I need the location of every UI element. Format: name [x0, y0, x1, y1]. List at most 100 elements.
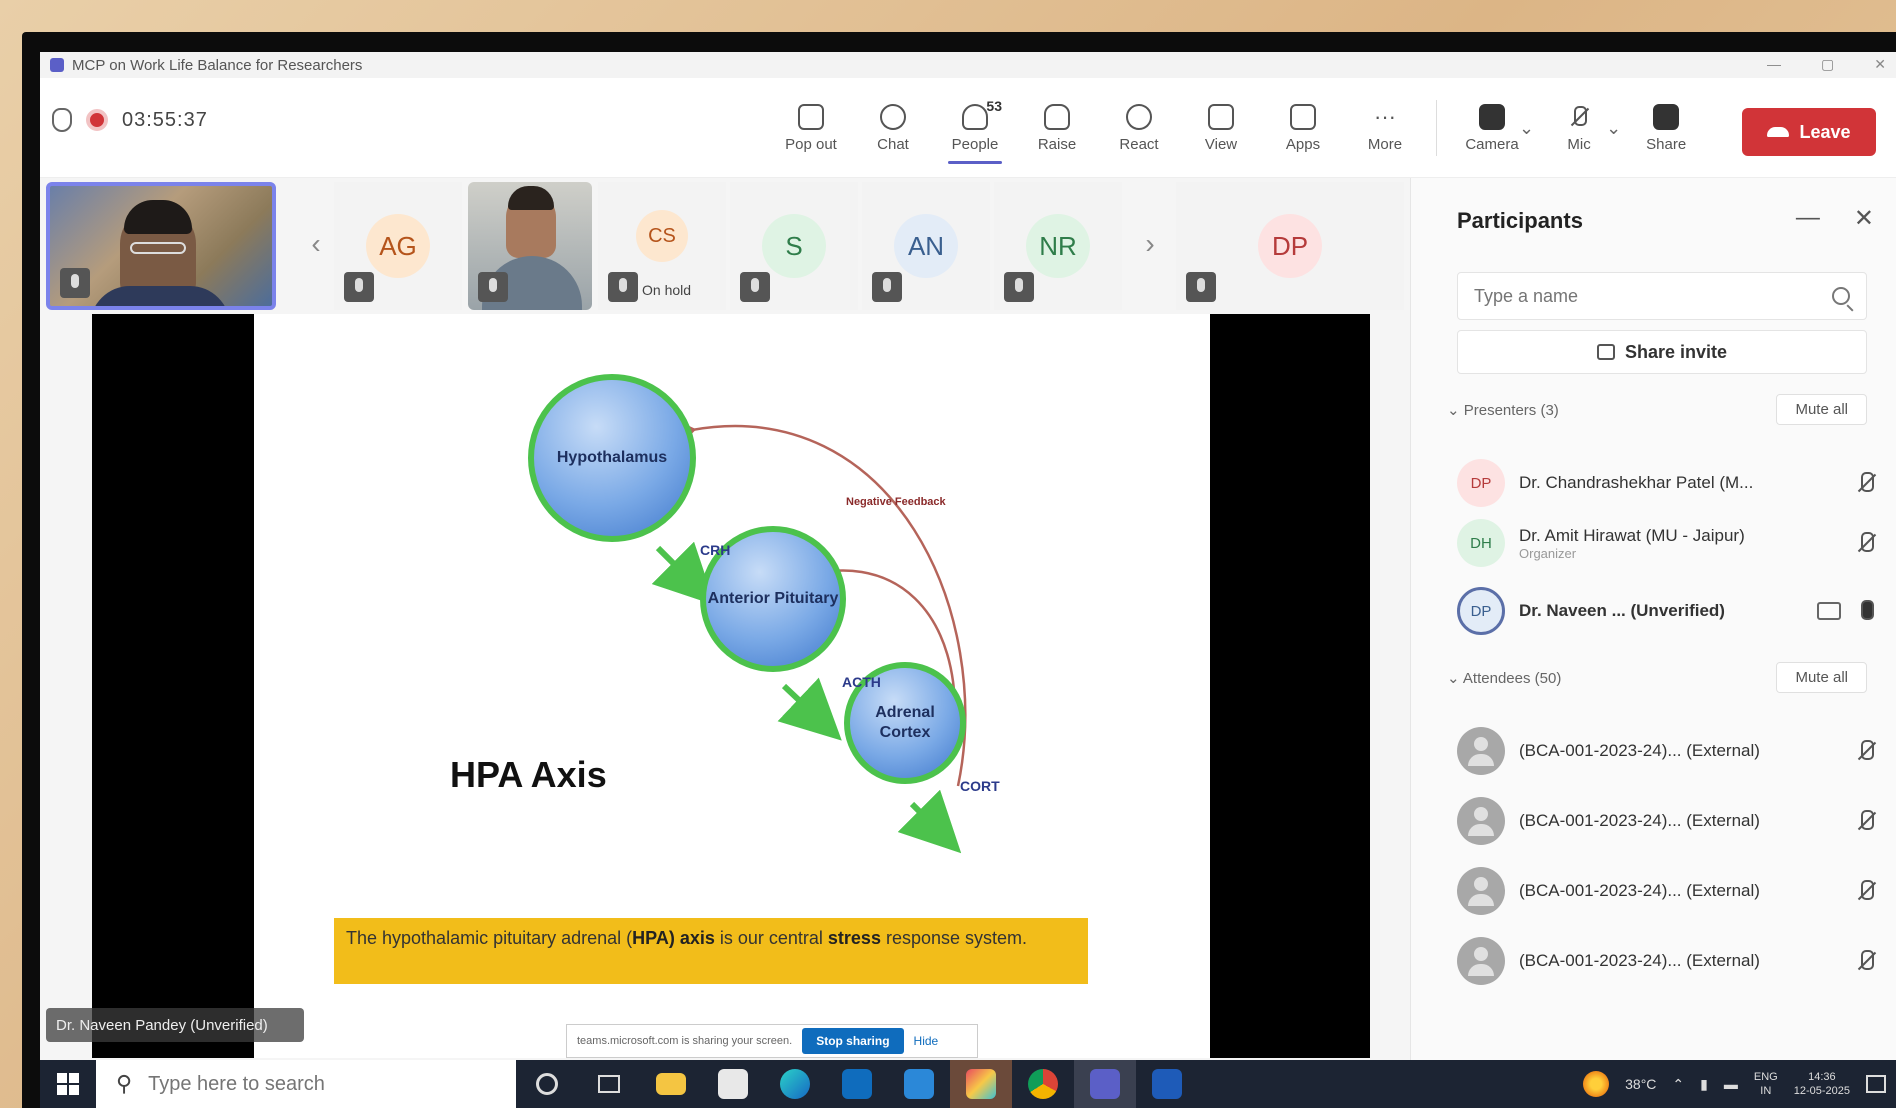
participants-panel: Participants — ✕ Share invite ⌄ Presente…: [1410, 178, 1896, 1060]
presenters-label: ⌄ Presenters (3): [1447, 401, 1559, 419]
task-view-button[interactable]: [578, 1060, 640, 1108]
edge-button[interactable]: [764, 1060, 826, 1108]
participant-name: (BCA-001-2023-24)... (External): [1519, 951, 1760, 970]
mail-button[interactable]: [888, 1060, 950, 1108]
language-code: ENG: [1753, 1070, 1778, 1083]
camera-button[interactable]: Camera: [1451, 90, 1533, 166]
taskbar-search-input[interactable]: [148, 1072, 479, 1096]
participant-tile-an[interactable]: AN: [862, 182, 990, 310]
start-button[interactable]: [40, 1060, 96, 1108]
stop-sharing-button[interactable]: Stop sharing: [802, 1028, 904, 1054]
participant-row[interactable]: (BCA-001-2023-24)... (External): [1457, 930, 1877, 992]
temperature[interactable]: 38°C: [1625, 1076, 1656, 1092]
share-button[interactable]: Share: [1625, 90, 1707, 166]
word-button[interactable]: [1136, 1060, 1198, 1108]
network-icon[interactable]: ▬: [1724, 1076, 1738, 1092]
chevron-down-icon: ⌄: [1447, 669, 1463, 687]
react-button[interactable]: React: [1098, 90, 1180, 166]
notifications-icon[interactable]: [1866, 1075, 1886, 1093]
apps-button[interactable]: Apps: [1262, 90, 1344, 166]
panel-minimize-icon[interactable]: —: [1796, 204, 1820, 233]
cortana-icon: [536, 1073, 558, 1095]
paint-icon: [966, 1069, 996, 1099]
teams-icon: [1090, 1069, 1120, 1099]
participant-tile-cs[interactable]: CS On hold: [598, 182, 726, 310]
view-button[interactable]: View: [1180, 90, 1262, 166]
presenters-section-header[interactable]: ⌄ Presenters (3) Mute all: [1447, 394, 1867, 425]
close-window-icon[interactable]: ✕: [1874, 56, 1886, 73]
avatar: NR: [1026, 214, 1090, 278]
participant-row[interactable]: (BCA-001-2023-24)... (External): [1457, 720, 1877, 782]
people-button[interactable]: 53 People: [934, 90, 1016, 166]
shield-icon: [52, 108, 72, 132]
search-icon[interactable]: [1832, 287, 1850, 305]
participant-search-input[interactable]: [1474, 285, 1774, 307]
mic-on-icon: [1855, 598, 1877, 624]
chevron-up-icon[interactable]: ⌃: [1672, 1076, 1684, 1093]
participant-row[interactable]: (BCA-001-2023-24)... (External): [1457, 860, 1877, 922]
raise-hand-icon: [1044, 103, 1070, 130]
taskbar-search[interactable]: ⚲: [96, 1060, 516, 1108]
strip-next-arrow-icon[interactable]: ›: [1140, 228, 1160, 260]
avatar: AG: [366, 214, 430, 278]
mute-all-attendees-button[interactable]: Mute all: [1776, 662, 1867, 693]
recording-icon: [86, 109, 108, 131]
store-icon: [718, 1069, 748, 1099]
maximize-icon[interactable]: ▢: [1821, 56, 1834, 73]
participant-tile-nr[interactable]: NR: [994, 182, 1122, 310]
participant-name: (BCA-001-2023-24)... (External): [1519, 741, 1760, 760]
letterbox-left: [92, 314, 254, 1058]
people-count-badge: 53: [986, 98, 1002, 114]
mute-all-presenters-button[interactable]: Mute all: [1776, 394, 1867, 425]
slide-caption: The hypothalamic pituitary adrenal (HPA)…: [334, 918, 1088, 984]
weather-icon[interactable]: [1583, 1071, 1610, 1097]
participant-row[interactable]: DP Dr. Chandrashekhar Patel (M...: [1457, 452, 1877, 514]
panel-title: Participants: [1457, 208, 1583, 233]
participant-tile-s[interactable]: S: [730, 182, 858, 310]
people-icon: [962, 103, 988, 130]
panel-close-icon[interactable]: ✕: [1854, 204, 1874, 233]
on-hold-status: On hold: [642, 282, 692, 298]
shared-screen-stage: Hypothalamus Anterior Pituitary Adrenal …: [40, 314, 1410, 1060]
participant-tile-ag[interactable]: AG: [334, 182, 462, 310]
outlook-button[interactable]: [826, 1060, 888, 1108]
mic-button[interactable]: Mic: [1538, 90, 1620, 166]
minimize-icon[interactable]: —: [1767, 56, 1781, 73]
mic-off-icon: [1855, 808, 1877, 834]
store-button[interactable]: [702, 1060, 764, 1108]
caption-text: response system.: [880, 928, 1028, 948]
leave-button[interactable]: Leave: [1742, 108, 1876, 156]
participant-row[interactable]: (BCA-001-2023-24)... (External): [1457, 790, 1877, 852]
chevron-down-icon: ⌄: [1447, 401, 1464, 419]
mic-off-icon: [740, 272, 770, 302]
strip-prev-arrow-icon[interactable]: ‹: [306, 228, 326, 260]
view-icon: [1208, 103, 1234, 130]
pop-out-button[interactable]: Pop out: [770, 90, 852, 166]
clock[interactable]: 14:36 12-05-2025: [1794, 1070, 1850, 1099]
participant-video-tile[interactable]: [468, 182, 592, 310]
chrome-icon: [1028, 1069, 1058, 1099]
participant-tile-dp[interactable]: DP: [1176, 182, 1404, 310]
word-icon: [1152, 1069, 1182, 1099]
attendees-section-header[interactable]: ⌄ Attendees (50) Mute all: [1447, 662, 1867, 693]
participant-row[interactable]: DH Dr. Amit Hirawat (MU - Jaipur) Organiz…: [1457, 512, 1877, 574]
video-strip: ‹ AG CS On hold S AN NR › DP: [40, 178, 1410, 314]
participant-search[interactable]: [1457, 272, 1867, 320]
participant-name: Dr. Chandrashekhar Patel (M...: [1519, 473, 1754, 492]
chat-button[interactable]: Chat: [852, 90, 934, 166]
sharing-notification-bar: teams.microsoft.com is sharing your scre…: [566, 1024, 978, 1058]
cortana-button[interactable]: [516, 1060, 578, 1108]
more-button[interactable]: ··· More: [1344, 90, 1426, 166]
file-explorer-button[interactable]: [640, 1060, 702, 1108]
raise-hand-button[interactable]: Raise: [1016, 90, 1098, 166]
battery-icon[interactable]: ▮: [1700, 1076, 1708, 1093]
participant-row[interactable]: DP Dr. Naveen ... (Unverified): [1457, 580, 1877, 642]
chrome-button[interactable]: [1012, 1060, 1074, 1108]
teams-button[interactable]: [1074, 1060, 1136, 1108]
mic-off-icon: [1568, 104, 1590, 130]
paint-button[interactable]: [950, 1060, 1012, 1108]
share-invite-button[interactable]: Share invite: [1457, 330, 1867, 374]
hide-button[interactable]: Hide: [914, 1034, 939, 1048]
language-indicator[interactable]: ENG IN: [1754, 1070, 1778, 1099]
self-video-tile[interactable]: [46, 182, 276, 310]
